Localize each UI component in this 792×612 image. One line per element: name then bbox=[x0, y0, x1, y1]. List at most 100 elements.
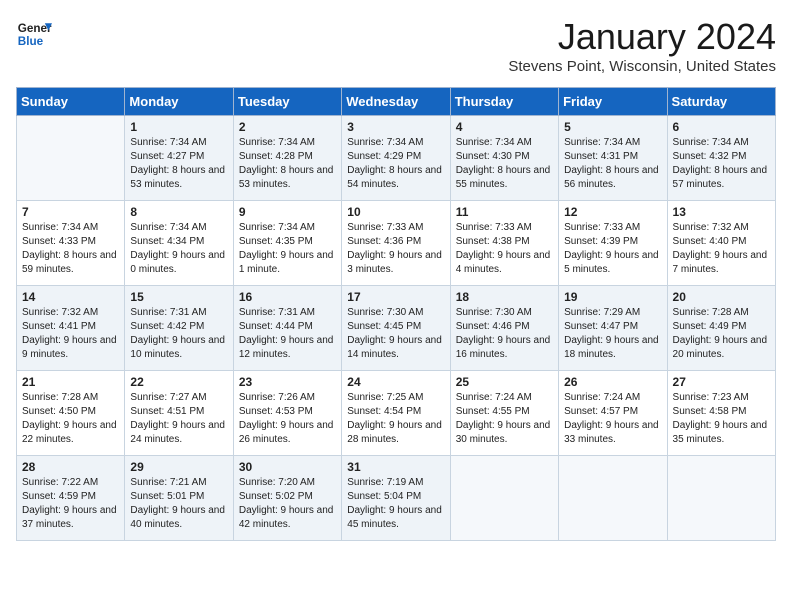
day-number: 16 bbox=[239, 290, 336, 304]
day-number: 10 bbox=[347, 205, 444, 219]
header-tuesday: Tuesday bbox=[233, 88, 341, 116]
calendar-cell bbox=[559, 456, 667, 541]
day-info: Sunrise: 7:29 AMSunset: 4:47 PMDaylight:… bbox=[564, 306, 661, 362]
calendar-week-row: 14 Sunrise: 7:32 AMSunset: 4:41 PMDayligh… bbox=[17, 286, 776, 371]
calendar-week-row: 21 Sunrise: 7:28 AMSunset: 4:50 PMDayligh… bbox=[17, 371, 776, 456]
day-info: Sunrise: 7:34 AMSunset: 4:34 PMDaylight:… bbox=[130, 221, 227, 277]
day-number: 14 bbox=[22, 290, 119, 304]
day-number: 5 bbox=[564, 120, 661, 134]
day-info: Sunrise: 7:31 AMSunset: 4:42 PMDaylight:… bbox=[130, 306, 227, 362]
day-number: 8 bbox=[130, 205, 227, 219]
calendar-cell: 13Sunrise: 7:32 AMSunset: 4:40 PMDayligh… bbox=[667, 201, 775, 286]
day-number: 25 bbox=[456, 375, 553, 389]
calendar-cell: 2 Sunrise: 7:34 AMSunset: 4:28 PMDaylight… bbox=[233, 116, 341, 201]
calendar-cell: 31 Sunrise: 7:19 AMSunset: 5:04 PMDayligh… bbox=[342, 456, 450, 541]
day-number: 9 bbox=[239, 205, 336, 219]
calendar-cell: 5 Sunrise: 7:34 AMSunset: 4:31 PMDaylight… bbox=[559, 116, 667, 201]
day-number: 17 bbox=[347, 290, 444, 304]
day-info: Sunrise: 7:31 AMSunset: 4:44 PMDaylight:… bbox=[239, 306, 336, 362]
day-number: 26 bbox=[564, 375, 661, 389]
day-number: 3 bbox=[347, 120, 444, 134]
day-info: Sunrise: 7:34 AMSunset: 4:31 PMDaylight:… bbox=[564, 136, 661, 192]
calendar-cell: 3 Sunrise: 7:34 AMSunset: 4:29 PMDaylight… bbox=[342, 116, 450, 201]
calendar-cell bbox=[450, 456, 558, 541]
header-friday: Friday bbox=[559, 88, 667, 116]
header-sunday: Sunday bbox=[17, 88, 125, 116]
calendar-cell: 21 Sunrise: 7:28 AMSunset: 4:50 PMDayligh… bbox=[17, 371, 125, 456]
calendar-cell: 19 Sunrise: 7:29 AMSunset: 4:47 PMDayligh… bbox=[559, 286, 667, 371]
calendar-header-row: SundayMondayTuesdayWednesdayThursdayFrid… bbox=[17, 88, 776, 116]
day-number: 2 bbox=[239, 120, 336, 134]
calendar-cell: 8 Sunrise: 7:34 AMSunset: 4:34 PMDaylight… bbox=[125, 201, 233, 286]
header-monday: Monday bbox=[125, 88, 233, 116]
day-info: Sunrise: 7:24 AMSunset: 4:57 PMDaylight:… bbox=[564, 391, 661, 447]
day-info: Sunrise: 7:30 AMSunset: 4:45 PMDaylight:… bbox=[347, 306, 444, 362]
calendar-cell: 28 Sunrise: 7:22 AMSunset: 4:59 PMDayligh… bbox=[17, 456, 125, 541]
header-saturday: Saturday bbox=[667, 88, 775, 116]
calendar-cell: 7Sunrise: 7:34 AMSunset: 4:33 PMDaylight… bbox=[17, 201, 125, 286]
day-number: 1 bbox=[130, 120, 227, 134]
calendar-cell: 4 Sunrise: 7:34 AMSunset: 4:30 PMDaylight… bbox=[450, 116, 558, 201]
calendar-cell: 11 Sunrise: 7:33 AMSunset: 4:38 PMDayligh… bbox=[450, 201, 558, 286]
day-number: 29 bbox=[130, 460, 227, 474]
day-info: Sunrise: 7:30 AMSunset: 4:46 PMDaylight:… bbox=[456, 306, 553, 362]
day-number: 7 bbox=[22, 205, 119, 219]
day-info: Sunrise: 7:33 AMSunset: 4:39 PMDaylight:… bbox=[564, 221, 661, 277]
day-number: 11 bbox=[456, 205, 553, 219]
calendar-cell: 23 Sunrise: 7:26 AMSunset: 4:53 PMDayligh… bbox=[233, 371, 341, 456]
day-number: 4 bbox=[456, 120, 553, 134]
day-info: Sunrise: 7:26 AMSunset: 4:53 PMDaylight:… bbox=[239, 391, 336, 447]
month-title: January 2024 bbox=[508, 16, 776, 58]
day-info: Sunrise: 7:34 AMSunset: 4:27 PMDaylight:… bbox=[130, 136, 227, 192]
day-number: 6 bbox=[673, 120, 770, 134]
day-info: Sunrise: 7:22 AMSunset: 4:59 PMDaylight:… bbox=[22, 476, 119, 532]
calendar-week-row: 1 Sunrise: 7:34 AMSunset: 4:27 PMDaylight… bbox=[17, 116, 776, 201]
day-info: Sunrise: 7:34 AMSunset: 4:29 PMDaylight:… bbox=[347, 136, 444, 192]
day-number: 18 bbox=[456, 290, 553, 304]
page-header: General Blue January 2024 Stevens Point,… bbox=[16, 16, 776, 75]
day-info: Sunrise: 7:23 AMSunset: 4:58 PMDaylight:… bbox=[673, 391, 770, 447]
day-number: 23 bbox=[239, 375, 336, 389]
day-number: 15 bbox=[130, 290, 227, 304]
calendar-cell: 1 Sunrise: 7:34 AMSunset: 4:27 PMDaylight… bbox=[125, 116, 233, 201]
day-info: Sunrise: 7:33 AMSunset: 4:38 PMDaylight:… bbox=[456, 221, 553, 277]
day-info: Sunrise: 7:24 AMSunset: 4:55 PMDaylight:… bbox=[456, 391, 553, 447]
calendar-cell: 12 Sunrise: 7:33 AMSunset: 4:39 PMDayligh… bbox=[559, 201, 667, 286]
day-number: 31 bbox=[347, 460, 444, 474]
calendar-cell bbox=[667, 456, 775, 541]
day-number: 21 bbox=[22, 375, 119, 389]
calendar-cell: 25 Sunrise: 7:24 AMSunset: 4:55 PMDayligh… bbox=[450, 371, 558, 456]
day-number: 24 bbox=[347, 375, 444, 389]
calendar-week-row: 7Sunrise: 7:34 AMSunset: 4:33 PMDaylight… bbox=[17, 201, 776, 286]
day-info: Sunrise: 7:21 AMSunset: 5:01 PMDaylight:… bbox=[130, 476, 227, 532]
day-info: Sunrise: 7:32 AMSunset: 4:40 PMDaylight:… bbox=[673, 221, 770, 277]
day-info: Sunrise: 7:34 AMSunset: 4:32 PMDaylight:… bbox=[673, 136, 770, 192]
day-info: Sunrise: 7:25 AMSunset: 4:54 PMDaylight:… bbox=[347, 391, 444, 447]
calendar-cell: 9Sunrise: 7:34 AMSunset: 4:35 PMDaylight… bbox=[233, 201, 341, 286]
day-number: 19 bbox=[564, 290, 661, 304]
calendar-cell: 29 Sunrise: 7:21 AMSunset: 5:01 PMDayligh… bbox=[125, 456, 233, 541]
day-number: 12 bbox=[564, 205, 661, 219]
title-block: January 2024 Stevens Point, Wisconsin, U… bbox=[508, 16, 776, 75]
day-number: 30 bbox=[239, 460, 336, 474]
logo: General Blue bbox=[16, 16, 52, 52]
calendar-cell: 27 Sunrise: 7:23 AMSunset: 4:58 PMDayligh… bbox=[667, 371, 775, 456]
day-info: Sunrise: 7:19 AMSunset: 5:04 PMDaylight:… bbox=[347, 476, 444, 532]
calendar-cell: 24 Sunrise: 7:25 AMSunset: 4:54 PMDayligh… bbox=[342, 371, 450, 456]
day-info: Sunrise: 7:34 AMSunset: 4:30 PMDaylight:… bbox=[456, 136, 553, 192]
calendar-cell: 10Sunrise: 7:33 AMSunset: 4:36 PMDayligh… bbox=[342, 201, 450, 286]
day-number: 28 bbox=[22, 460, 119, 474]
calendar-cell: 22Sunrise: 7:27 AMSunset: 4:51 PMDayligh… bbox=[125, 371, 233, 456]
day-info: Sunrise: 7:20 AMSunset: 5:02 PMDaylight:… bbox=[239, 476, 336, 532]
calendar-cell: 6 Sunrise: 7:34 AMSunset: 4:32 PMDaylight… bbox=[667, 116, 775, 201]
logo-icon: General Blue bbox=[16, 16, 52, 52]
location: Stevens Point, Wisconsin, United States bbox=[508, 58, 776, 75]
day-info: Sunrise: 7:34 AMSunset: 4:28 PMDaylight:… bbox=[239, 136, 336, 192]
day-info: Sunrise: 7:32 AMSunset: 4:41 PMDaylight:… bbox=[22, 306, 119, 362]
calendar-cell: 18 Sunrise: 7:30 AMSunset: 4:46 PMDayligh… bbox=[450, 286, 558, 371]
calendar-cell bbox=[17, 116, 125, 201]
day-info: Sunrise: 7:27 AMSunset: 4:51 PMDaylight:… bbox=[130, 391, 227, 447]
day-number: 27 bbox=[673, 375, 770, 389]
day-info: Sunrise: 7:28 AMSunset: 4:49 PMDaylight:… bbox=[673, 306, 770, 362]
day-info: Sunrise: 7:28 AMSunset: 4:50 PMDaylight:… bbox=[22, 391, 119, 447]
